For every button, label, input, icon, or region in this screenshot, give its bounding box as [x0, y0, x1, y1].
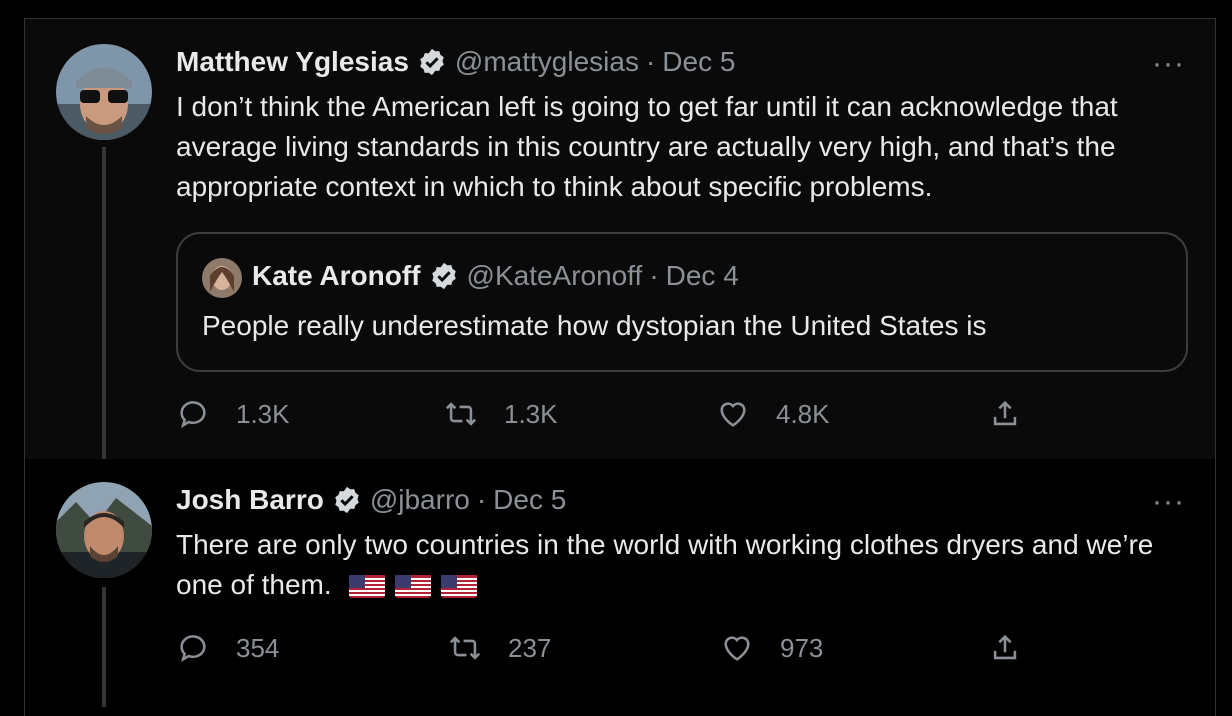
thread-connector	[102, 587, 106, 707]
author-name[interactable]: Josh Barro	[176, 484, 324, 516]
share-button[interactable]	[988, 397, 1048, 431]
tweet-josh-barro[interactable]: Josh Barro @jbarro · Dec 5 ··· There are…	[25, 459, 1215, 716]
quoted-author-handle: @KateAronoff	[466, 260, 643, 291]
tweet-header: Matthew Yglesias @mattyglesias · Dec 5	[176, 46, 735, 78]
author-handle[interactable]: @mattyglesias	[455, 46, 639, 78]
avatar[interactable]	[56, 482, 152, 578]
more-icon[interactable]: ···	[1152, 49, 1185, 79]
share-icon	[993, 634, 1017, 660]
separator-dot: ·	[649, 260, 659, 291]
retweet-count: 237	[508, 632, 552, 663]
like-icon	[724, 636, 750, 661]
reply-button[interactable]: 1.3K	[176, 397, 290, 431]
separator-dot: ·	[645, 46, 656, 77]
verified-badge-icon	[335, 486, 359, 514]
quoted-tweet-date: Dec 4	[665, 260, 739, 291]
tweet-actions: 1.3K 1.3K 4.8K	[176, 397, 1036, 437]
reply-icon	[180, 401, 206, 429]
tweet-actions: 354 237 973	[176, 631, 1036, 671]
retweet-button[interactable]: 237	[448, 631, 551, 665]
verified-badge-icon	[420, 48, 444, 76]
retweet-icon	[445, 402, 477, 426]
reply-count: 1.3K	[236, 398, 290, 429]
tweet-matthew-yglesias[interactable]: Matthew Yglesias @mattyglesias · Dec 5 ·…	[25, 19, 1215, 469]
verified-badge-icon	[431, 262, 456, 290]
quoted-tweet[interactable]: Kate Aronoff @KateAronoff · Dec 4 People…	[176, 232, 1188, 372]
like-button[interactable]: 973	[720, 631, 823, 665]
like-button[interactable]: 4.8K	[716, 397, 830, 431]
reply-button[interactable]: 354	[176, 631, 279, 665]
like-count: 973	[780, 632, 824, 663]
separator-dot: ·	[476, 484, 487, 515]
us-flag-emoji	[395, 572, 432, 598]
quoted-header: Kate Aronoff @KateAronoff · Dec 4	[252, 260, 739, 292]
us-flag-emoji	[441, 572, 478, 598]
us-flag-emoji	[349, 572, 386, 598]
tweet-text: I don’t think the American left is going…	[176, 91, 1118, 202]
retweet-count: 1.3K	[504, 398, 558, 429]
reply-count: 354	[236, 632, 280, 663]
timeline-right-border	[1215, 18, 1216, 716]
like-icon	[720, 402, 746, 427]
retweet-button[interactable]: 1.3K	[444, 397, 558, 431]
quoted-tweet-text: People really underestimate how dystopia…	[202, 310, 987, 341]
top-border	[24, 0, 1216, 19]
avatar[interactable]	[56, 44, 152, 140]
quoted-author-name: Kate Aronoff	[252, 260, 421, 291]
like-count: 4.8K	[776, 398, 830, 429]
tweet-date[interactable]: Dec 5	[662, 46, 735, 78]
tweet-date[interactable]: Dec 5	[493, 484, 566, 516]
reply-icon	[180, 635, 206, 663]
author-name[interactable]: Matthew Yglesias	[176, 46, 409, 78]
tweet-text-container: There are only two countries in the worl…	[176, 525, 1176, 605]
more-icon[interactable]: ···	[1152, 487, 1185, 517]
tweet-header: Josh Barro @jbarro · Dec 5	[176, 484, 566, 516]
tweet-text: There are only two countries in the worl…	[176, 529, 1154, 600]
share-icon	[993, 400, 1017, 426]
share-button[interactable]	[988, 631, 1048, 665]
retweet-icon	[449, 636, 481, 660]
quoted-avatar	[202, 258, 242, 298]
author-handle[interactable]: @jbarro	[370, 484, 470, 516]
thread-connector	[102, 147, 106, 469]
